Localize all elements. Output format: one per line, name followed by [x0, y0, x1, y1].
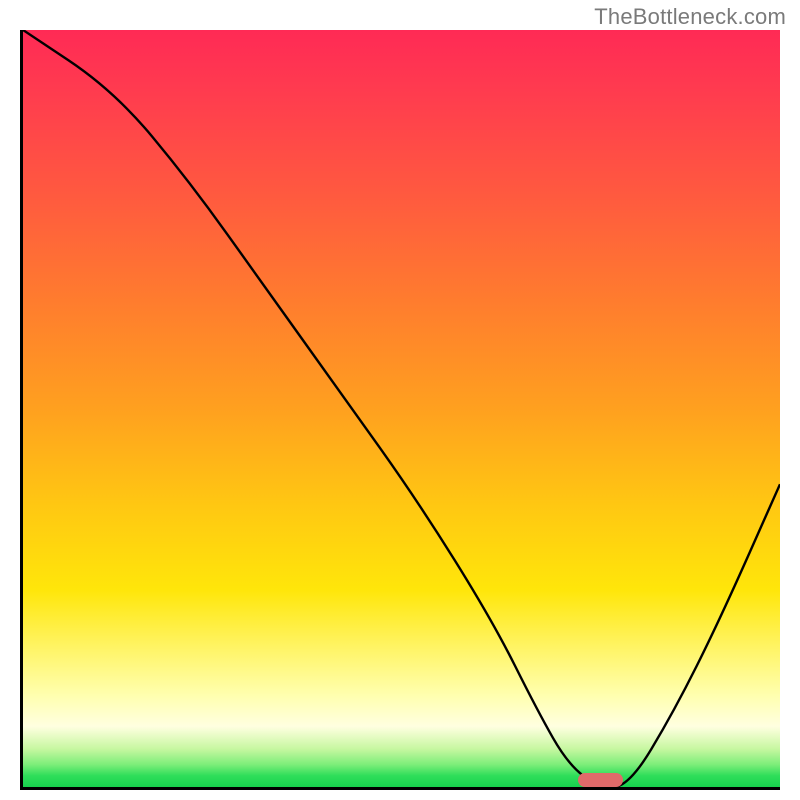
watermark-text: TheBottleneck.com — [594, 4, 786, 30]
plot-area — [20, 30, 780, 790]
optimal-marker — [578, 773, 624, 787]
chart-frame: TheBottleneck.com — [0, 0, 800, 800]
bottleneck-curve — [23, 30, 780, 787]
